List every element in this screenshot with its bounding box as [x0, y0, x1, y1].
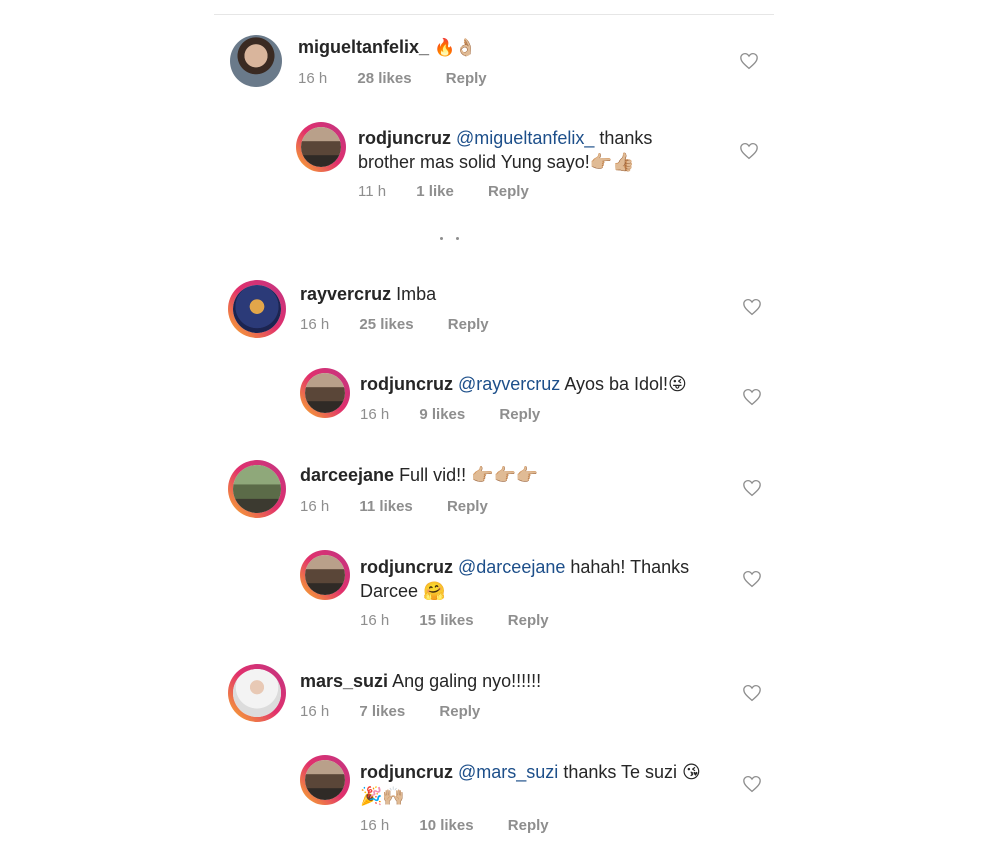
heart-icon[interactable]: [739, 142, 759, 160]
reply-button[interactable]: Reply: [446, 70, 487, 87]
comment-time: 16 h: [360, 406, 390, 423]
comment-likes[interactable]: 7 likes: [359, 703, 405, 720]
comment-username[interactable]: darceejane: [300, 465, 394, 485]
comment-username[interactable]: rayvercruz: [300, 284, 391, 304]
comment-likes[interactable]: 10 likes: [419, 817, 473, 834]
comment-text: Full vid!! 👉🏼👉🏼👉🏼: [394, 465, 539, 485]
heart-icon[interactable]: [739, 52, 759, 70]
heart-icon[interactable]: [742, 684, 762, 702]
avatar-darceejane[interactable]: [228, 460, 286, 518]
reply-button[interactable]: Reply: [488, 183, 529, 200]
avatar-migueltanfelix[interactable]: [230, 35, 282, 87]
mention-link[interactable]: @migueltanfelix_: [456, 128, 594, 148]
comment-time: 16 h: [360, 817, 390, 834]
mention-link[interactable]: @mars_suzi: [458, 762, 558, 782]
comment-time: 16 h: [300, 703, 330, 720]
reply-button[interactable]: Reply: [508, 817, 549, 834]
comment-username[interactable]: rodjuncruz: [358, 128, 451, 148]
comment-text: Ang galing nyo!!!!!!: [388, 671, 542, 691]
comment-time: 16 h: [300, 498, 330, 515]
avatar-rodjuncruz[interactable]: [300, 368, 350, 418]
avatar-rodjuncruz[interactable]: [296, 122, 346, 172]
heart-icon[interactable]: [742, 479, 762, 497]
comment-time: 16 h: [298, 70, 328, 87]
comment-username[interactable]: rodjuncruz: [360, 557, 453, 577]
heart-icon[interactable]: [742, 388, 762, 406]
comment-likes[interactable]: 11 likes: [359, 498, 412, 515]
comment-time: 11 h: [358, 183, 387, 200]
mention-link[interactable]: @darceejane: [458, 557, 565, 577]
more-replies-dots-icon[interactable]: [440, 237, 464, 243]
heart-icon[interactable]: [742, 775, 762, 793]
comment-text: Ayos ba Idol!😜: [560, 374, 687, 394]
mention-link[interactable]: @rayvercruz: [458, 374, 560, 394]
comment-likes[interactable]: 25 likes: [359, 316, 413, 333]
avatar-rayvercruz[interactable]: [228, 280, 286, 338]
avatar-rodjuncruz[interactable]: [300, 550, 350, 600]
reply-button[interactable]: Reply: [448, 316, 489, 333]
avatar-rodjuncruz[interactable]: [300, 755, 350, 805]
reply-button[interactable]: Reply: [508, 612, 549, 629]
comment-text: 🔥👌🏼: [434, 38, 477, 58]
comment-username[interactable]: rodjuncruz: [360, 762, 453, 782]
comment-likes[interactable]: 15 likes: [419, 612, 473, 629]
reply-button[interactable]: Reply: [439, 703, 480, 720]
comment-username[interactable]: migueltanfelix_: [298, 37, 429, 57]
comment-time: 16 h: [360, 612, 390, 629]
comment-time: 16 h: [300, 316, 330, 333]
comment-likes[interactable]: 28 likes: [357, 70, 411, 87]
reply-button[interactable]: Reply: [447, 498, 488, 515]
comment-username[interactable]: rodjuncruz: [360, 374, 453, 394]
avatar-mars-suzi[interactable]: [228, 664, 286, 722]
comment-text: Imba: [391, 284, 437, 304]
comment-username[interactable]: mars_suzi: [300, 671, 388, 691]
heart-icon[interactable]: [742, 570, 762, 588]
comment-likes[interactable]: 9 likes: [419, 406, 465, 423]
comment-likes[interactable]: 1 like: [416, 183, 454, 200]
top-divider: [214, 14, 774, 15]
reply-button[interactable]: Reply: [499, 406, 540, 423]
heart-icon[interactable]: [742, 298, 762, 316]
